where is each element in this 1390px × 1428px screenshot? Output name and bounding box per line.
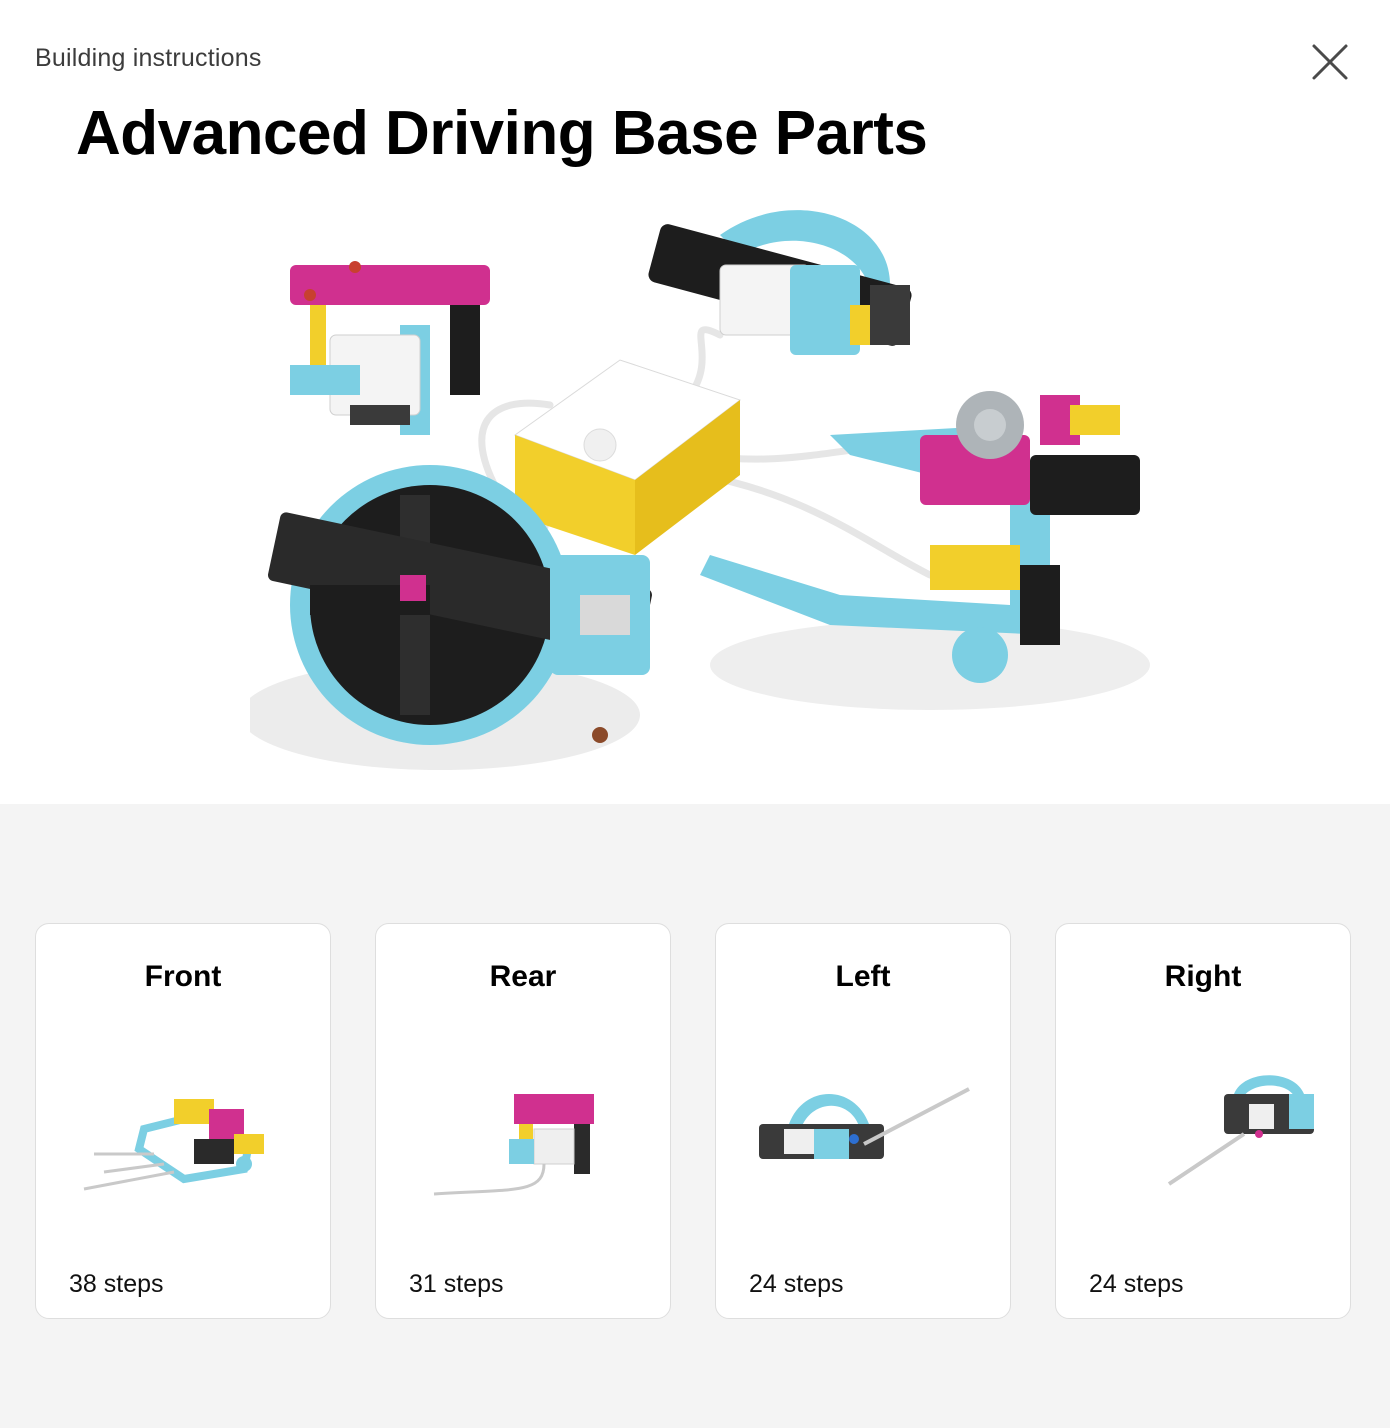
model-card-right[interactable]: Right 24 steps (1055, 923, 1351, 1319)
card-title: Left (835, 960, 891, 993)
rear-module (290, 261, 490, 435)
card-steps: 31 steps (409, 1270, 504, 1298)
card-steps: 24 steps (749, 1270, 844, 1298)
left-model-thumbnail (759, 1087, 970, 1159)
left-module (648, 210, 912, 355)
page-title: Advanced Driving Base Parts (76, 99, 928, 168)
close-button[interactable] (1306, 38, 1354, 86)
breadcrumb[interactable]: Building instructions (35, 44, 262, 73)
card-title: Front (144, 960, 222, 993)
hub (513, 359, 742, 555)
card-steps: 24 steps (1089, 1270, 1184, 1298)
card-title: Rear (489, 960, 557, 993)
model-card-left[interactable]: Left 24 steps (715, 923, 1011, 1319)
right-model-thumbnail (1167, 1075, 1314, 1186)
model-card-front[interactable]: Front 38 steps (35, 923, 331, 1319)
card-title: Right (1164, 960, 1242, 993)
close-icon (1312, 44, 1348, 80)
card-steps: 38 steps (69, 1270, 164, 1298)
front-model-thumbnail (83, 1099, 264, 1191)
model-card-rear[interactable]: Rear 31 steps (375, 923, 671, 1319)
header-section: Building instructions Advanced Driving B… (0, 0, 1390, 804)
robot-parts-image (250, 210, 1150, 770)
rear-model-thumbnail (433, 1094, 594, 1196)
